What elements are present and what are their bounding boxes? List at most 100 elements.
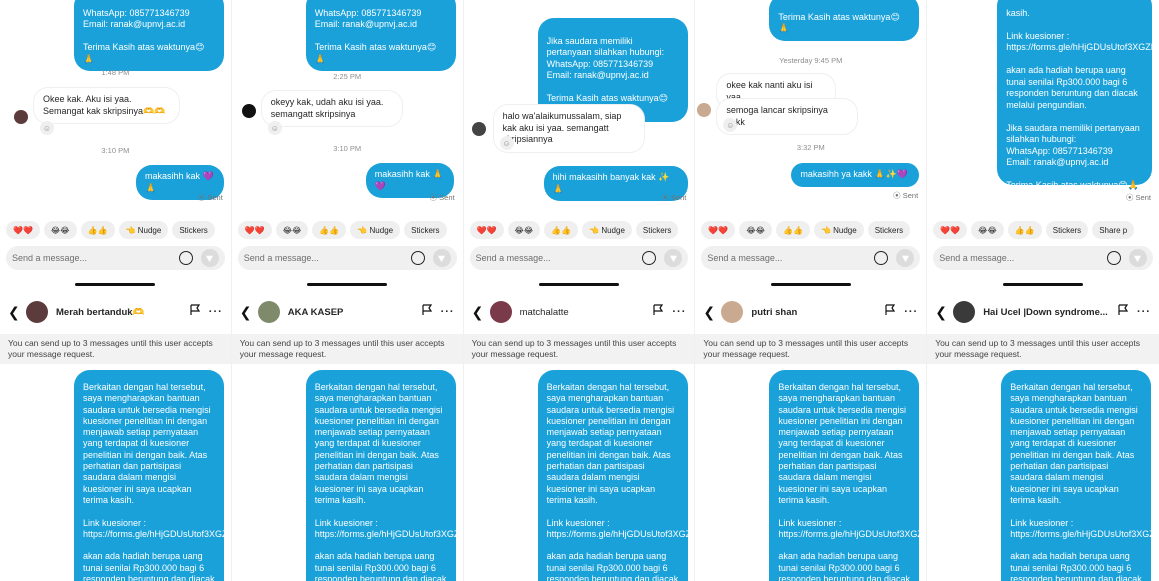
reaction-chip[interactable]: ❤️❤️: [933, 221, 968, 239]
flag-icon[interactable]: [189, 303, 201, 321]
nudge-chip[interactable]: 👈 Nudge: [118, 221, 169, 239]
send-button[interactable]: [664, 249, 683, 267]
send-icon: [437, 255, 446, 262]
flag-icon[interactable]: [1117, 303, 1129, 321]
nudge-chip[interactable]: 👈 Nudge: [813, 221, 864, 239]
flag-icon[interactable]: [884, 303, 896, 321]
reaction-chip[interactable]: ❤️❤️: [701, 221, 736, 239]
chat-column-1: WhatsApp: 085771346739 Email: ranak@upnv…: [0, 0, 232, 581]
quick-replies: ❤️❤️ 😂😂 👍👍 👈 Nudge Stickers: [237, 221, 447, 239]
more-icon[interactable]: ···: [1137, 306, 1151, 318]
outgoing-message[interactable]: makasihh ya kakk 🙏✨💜: [791, 163, 920, 187]
reaction-chip[interactable]: 😂😂: [739, 221, 773, 239]
send-button[interactable]: [432, 249, 451, 267]
contact-name[interactable]: Merah bertanduk🫶: [56, 307, 181, 318]
send-button[interactable]: [896, 249, 915, 267]
incoming-message[interactable]: semoga lancar skripsinya kakk: [717, 99, 858, 134]
message-input[interactable]: [939, 253, 1107, 263]
reaction-chip[interactable]: 😂😂: [275, 221, 309, 239]
emoji-icon[interactable]: [874, 251, 889, 265]
reaction-chip[interactable]: 👍👍: [80, 221, 115, 239]
stickers-chip[interactable]: Stickers: [172, 221, 215, 239]
nudge-chip[interactable]: 👈 Nudge: [350, 221, 401, 239]
reaction-chip[interactable]: ❤️❤️: [237, 221, 272, 239]
more-icon[interactable]: ···: [672, 306, 686, 318]
reaction-chip[interactable]: ❤️❤️: [469, 221, 504, 239]
quick-replies: ❤️❤️ 😂😂 👍👍 👈 Nudge Stickers: [6, 221, 215, 239]
home-indicator: [75, 283, 156, 286]
more-icon[interactable]: ···: [441, 306, 455, 318]
incoming-message[interactable]: halo wa'alaikumussalam, siap kak aku isi…: [493, 105, 644, 152]
back-icon[interactable]: ❮: [240, 304, 252, 321]
send-button[interactable]: [200, 249, 219, 267]
contact-avatar[interactable]: [721, 301, 744, 323]
share-chip[interactable]: Share p: [1092, 221, 1135, 239]
more-icon[interactable]: ···: [209, 306, 223, 318]
chat-thread-bottom: ❮ Merah bertanduk🫶 ··· You can send up t…: [0, 290, 231, 581]
outgoing-message[interactable]: WhatsApp: 085771346739 Email: ranak@upnv…: [305, 0, 456, 71]
message-input[interactable]: [243, 253, 411, 263]
avatar[interactable]: [697, 103, 712, 117]
back-icon[interactable]: ❮: [935, 304, 947, 321]
contact-avatar[interactable]: [489, 301, 512, 323]
nudge-chip[interactable]: 👈 Nudge: [582, 221, 632, 239]
incoming-message[interactable]: Okee kak. Aku isi yaa. Semangat kak skri…: [34, 88, 179, 123]
contact-avatar[interactable]: [26, 301, 48, 323]
reaction-chip[interactable]: 👍👍: [312, 221, 347, 239]
reaction-chip[interactable]: 👍👍: [1007, 221, 1042, 239]
message-input[interactable]: [707, 253, 875, 263]
send-button[interactable]: [1128, 249, 1147, 267]
message-input[interactable]: [12, 253, 179, 263]
contact-name[interactable]: Hai Ucel |Down syndrome...: [983, 307, 1109, 318]
emoji-icon[interactable]: [178, 251, 193, 265]
emoji-icon[interactable]: [410, 251, 425, 265]
react-icon[interactable]: ☺: [267, 121, 282, 135]
stickers-chip[interactable]: Stickers: [635, 221, 679, 239]
stickers-chip[interactable]: Stickers: [867, 221, 911, 239]
contact-name[interactable]: matchalatte: [520, 307, 645, 318]
reaction-chip[interactable]: 😂😂: [43, 221, 77, 239]
sent-status: ⦿ Sent: [429, 193, 455, 202]
chat-header: ❮ AKA KASEP ···: [231, 290, 463, 334]
contact-text: WhatsApp: 085771346739 Email: ranak@upnv…: [546, 58, 654, 81]
message-composer: [237, 246, 457, 270]
flag-icon[interactable]: [421, 303, 433, 321]
react-icon[interactable]: ☺: [499, 136, 514, 150]
outgoing-message[interactable]: Berkaitan dengan hal tersebut, saya meng…: [537, 370, 694, 581]
contact-name[interactable]: AKA KASEP: [288, 307, 413, 318]
contact-name[interactable]: putri shan: [751, 307, 876, 318]
reaction-chip[interactable]: 😂😂: [507, 221, 541, 239]
outgoing-message[interactable]: Berkaitan dengan hal tersebut, saya meng…: [1001, 370, 1159, 581]
outgoing-message[interactable]: WhatsApp: 085771346739 Email: ranak@upnv…: [74, 0, 224, 71]
reaction-chip[interactable]: 👍👍: [776, 221, 810, 239]
contact-avatar[interactable]: [257, 301, 280, 323]
more-icon[interactable]: ···: [904, 306, 918, 318]
incoming-message[interactable]: okeyy kak, udah aku isi yaa. semangatt s…: [261, 91, 402, 126]
back-icon[interactable]: ❮: [8, 304, 20, 321]
stickers-chip[interactable]: Stickers: [1045, 221, 1089, 239]
avatar[interactable]: [471, 122, 486, 136]
message-input[interactable]: [475, 253, 643, 263]
stickers-chip[interactable]: Stickers: [404, 221, 447, 239]
flag-icon[interactable]: [652, 303, 664, 321]
back-icon[interactable]: ❮: [703, 304, 715, 321]
emoji-icon[interactable]: [642, 251, 657, 265]
avatar[interactable]: [241, 104, 256, 118]
back-icon[interactable]: ❮: [472, 304, 484, 321]
outgoing-message[interactable]: Berkaitan dengan hal tersebut, saya meng…: [769, 370, 926, 581]
outgoing-message[interactable]: Terima Kasih atas waktunya😊🙏: [769, 0, 920, 41]
emoji-icon[interactable]: [1106, 251, 1121, 265]
avatar[interactable]: [14, 110, 28, 124]
outgoing-message[interactable]: Berkaitan dengan hal tersebut, saya meng…: [74, 370, 231, 581]
message-composer: [6, 246, 225, 270]
outgoing-message[interactable]: kasih. Link kuesioner : https://forms.gl…: [997, 0, 1159, 190]
outgoing-message[interactable]: Berkaitan dengan hal tersebut, saya meng…: [305, 370, 463, 581]
reaction-chip[interactable]: ❤️❤️: [6, 221, 40, 239]
reaction-chip[interactable]: 👍👍: [544, 221, 579, 239]
contact-avatar[interactable]: [953, 301, 976, 323]
timestamp: 3:10 PM: [101, 146, 130, 155]
contact-text: WhatsApp: 085771346739 Email: ranak@upnv…: [1006, 145, 1113, 168]
timestamp: 3:32 PM: [796, 143, 825, 152]
reaction-chip[interactable]: 😂😂: [971, 221, 1004, 239]
react-icon[interactable]: ☺: [40, 121, 54, 135]
